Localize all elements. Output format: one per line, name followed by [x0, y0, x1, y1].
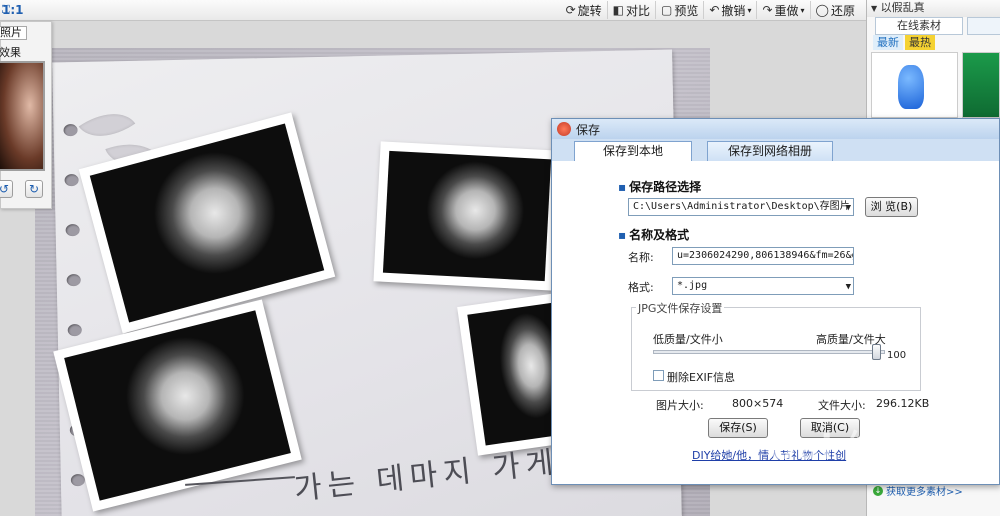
portrait-image [382, 150, 552, 282]
baidu-watermark-url: jingyan.baidu.com [770, 462, 900, 478]
file-size-label: 文件大小: [818, 399, 866, 412]
more-materials-link[interactable]: ↓ 获取更多素材>> [873, 483, 963, 498]
undo-icon: ↶ [709, 3, 720, 17]
tab-online-material[interactable]: 在线素材 [875, 17, 963, 35]
rotate-right-icon: ↻ [28, 182, 40, 196]
material-thumbnail[interactable] [871, 52, 958, 118]
panel-header[interactable]: ▼ 以假乱真 [867, 0, 1000, 17]
effect-thumbnail[interactable] [0, 61, 45, 171]
photo-frame [373, 141, 561, 291]
chevron-down-icon: ▼ [845, 282, 851, 292]
rotate-icon: ⟳ [565, 3, 576, 17]
zoom-control[interactable]: ⛶ 1:1 [2, 2, 24, 18]
redo-button[interactable]: ↷ 重做 ▾ [757, 1, 811, 19]
binder-hole [64, 174, 79, 187]
mascot-image [898, 65, 924, 109]
filename-input[interactable]: u=2306024290,806138946&fm=26&gp=0_c [672, 247, 854, 265]
app-logo-icon [557, 122, 571, 136]
low-quality-label: 低质量/文件小 [653, 333, 723, 346]
quality-value: 100 [887, 350, 907, 361]
save-path-select[interactable]: C:\Users\Administrator\Desktop\存图片 ▼ [628, 198, 854, 216]
name-label: 名称: [628, 251, 654, 264]
quality-slider-track[interactable] [653, 350, 885, 354]
dialog-titlebar[interactable]: 保存 [552, 119, 999, 139]
image-size-label: 图片大小: [656, 399, 704, 412]
binder-hole [63, 124, 78, 137]
tab-save-online-album[interactable]: 保存到网络相册 [707, 141, 833, 161]
file-size-value: 296.12KB [876, 397, 930, 410]
restore-button[interactable]: ◯ 还原 [811, 1, 860, 19]
browse-button[interactable]: 浏 览(B) [865, 197, 918, 217]
photo-tab[interactable]: 照片 [0, 26, 27, 40]
jpg-settings-title: JPG文件保存设置 [636, 300, 725, 316]
material-thumbnail[interactable] [961, 52, 1000, 118]
dialog-title: 保存 [576, 122, 601, 137]
quality-slider-thumb[interactable] [872, 344, 881, 360]
format-select[interactable]: *.jpg ▼ [672, 277, 854, 295]
rotate-left-button[interactable]: ↺ [0, 180, 13, 198]
binder-hole [70, 473, 86, 487]
redo-dropdown-icon[interactable]: ▾ [801, 6, 805, 15]
delete-exif-checkbox[interactable] [653, 370, 664, 381]
rotate-button[interactable]: ⟳ 旋转 [561, 1, 608, 19]
name-section-title: ▪ 名称及格式 [618, 228, 690, 242]
image-size-value: 800×574 [732, 397, 784, 410]
download-icon: ↓ [873, 485, 883, 496]
subtab-newest[interactable]: 最新 [873, 35, 903, 50]
preview-icon: ▢ [661, 3, 673, 17]
collapse-arrow-icon: ▼ [871, 4, 878, 13]
redo-icon: ↷ [762, 3, 773, 17]
tab-save-local[interactable]: 保存到本地 [574, 141, 692, 161]
panel-header-title: 以假乱真 [880, 1, 925, 14]
chevron-down-icon: ▼ [845, 203, 851, 213]
undo-button[interactable]: ↶ 撤销 ▾ [704, 1, 758, 19]
preview-button[interactable]: ▢ 预览 [656, 1, 705, 19]
top-toolbar: ⛶ 1:1 ⟳ 旋转 ◧ 对比 ▢ 预览 ↶ 撤销 ▾ ↷ 重做 ▾ ◯ 还原 [0, 0, 866, 21]
compare-icon: ◧ [612, 3, 624, 17]
restore-icon: ◯ [815, 3, 829, 17]
binder-hole [67, 323, 82, 337]
format-label: 格式: [628, 281, 654, 294]
binder-hole [66, 273, 81, 287]
save-button[interactable]: 保存(S) [708, 418, 768, 438]
tab-secondary[interactable] [967, 17, 1000, 35]
delete-exif-label: 删除EXIF信息 [667, 371, 736, 384]
path-section-title: ▪ 保存路径选择 [618, 180, 702, 194]
effects-mini-panel: 照片 效果 ↺ ↻ [0, 21, 52, 209]
undo-dropdown-icon[interactable]: ▾ [747, 6, 751, 15]
binder-hole [65, 224, 80, 237]
subtab-hottest[interactable]: 最热 [905, 35, 935, 50]
rotate-left-icon: ↺ [0, 182, 10, 196]
zoom-ratio-label[interactable]: 1:1 [2, 3, 24, 17]
rotate-right-button[interactable]: ↻ [25, 180, 43, 198]
compare-button[interactable]: ◧ 对比 [608, 1, 656, 19]
effects-label: 效果 [0, 46, 21, 59]
